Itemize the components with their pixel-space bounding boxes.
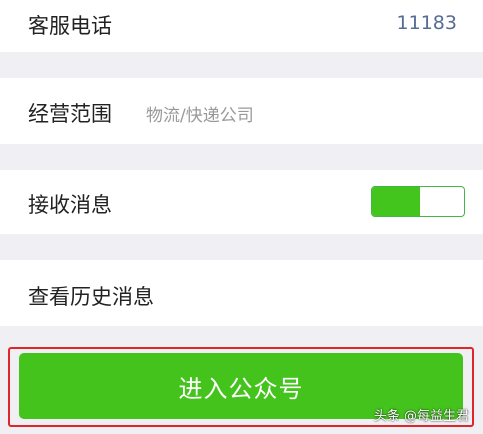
account-info-page: 客服电话 11183 经营范围 物流/快递公司 接收消息 查看历史消息 进入公众… (0, 0, 483, 434)
receive-messages-row: 接收消息 (0, 170, 483, 234)
customer-service-phone-row[interactable]: 客服电话 11183 (0, 0, 483, 52)
receive-messages-label: 接收消息 (28, 193, 112, 217)
toggle-on-fill (372, 187, 420, 216)
business-scope-label: 经营范围 (28, 102, 112, 126)
customer-service-phone-label: 客服电话 (28, 14, 112, 38)
receive-messages-toggle[interactable] (371, 186, 465, 217)
view-history-messages-label: 查看历史消息 (28, 285, 154, 309)
watermark: 头条 @每益生君 (373, 409, 469, 424)
business-scope-row: 经营范围 物流/快递公司 (0, 78, 483, 144)
customer-service-phone-number[interactable]: 11183 (397, 12, 457, 34)
business-scope-value: 物流/快递公司 (146, 106, 254, 126)
view-history-messages-row[interactable]: 查看历史消息 (0, 260, 483, 326)
toggle-knob (420, 188, 463, 215)
